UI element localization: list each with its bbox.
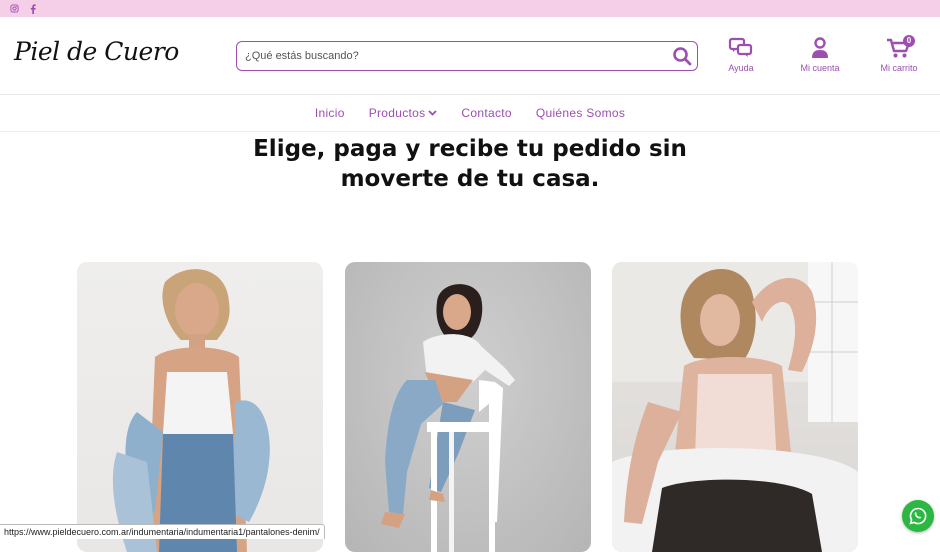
- model-photo-1: [112, 269, 270, 552]
- nav-item-productos-label: Productos: [368, 106, 426, 120]
- main-nav: Inicio Productos Contacto Quiénes Somos: [0, 95, 940, 132]
- model-photo-3: [612, 262, 858, 552]
- hero-line-2: moverte de tu casa.: [340, 166, 600, 192]
- facebook-icon[interactable]: [28, 3, 38, 14]
- model-photo-2: [381, 284, 515, 552]
- product-card-1[interactable]: [77, 262, 323, 552]
- instagram-icon[interactable]: [9, 4, 19, 14]
- whatsapp-button[interactable]: [902, 500, 934, 532]
- search-button[interactable]: [667, 42, 697, 70]
- chat-icon: [728, 37, 753, 57]
- help-link[interactable]: Ayuda: [711, 37, 771, 73]
- chevron-down-icon: [428, 110, 438, 116]
- search-icon: [673, 47, 692, 66]
- nav-item-productos[interactable]: Productos: [357, 106, 450, 120]
- cart-link[interactable]: 0 Mi carrito: [869, 35, 929, 73]
- account-link[interactable]: Mi cuenta: [790, 37, 850, 73]
- account-label: Mi cuenta: [800, 63, 840, 73]
- nav-item-inicio[interactable]: Inicio: [303, 106, 357, 120]
- hero-line-1: Elige, paga y recibe tu pedido sin: [253, 136, 687, 162]
- search-input[interactable]: [237, 49, 667, 63]
- product-card-3[interactable]: [612, 262, 858, 552]
- site-logo[interactable]: Piel de Cuero: [14, 37, 179, 66]
- user-icon: [812, 37, 828, 58]
- browser-status-url: https://www.pieldecuero.com.ar/indumenta…: [0, 524, 325, 539]
- nav-item-quienes-somos[interactable]: Quiénes Somos: [524, 106, 637, 120]
- nav-item-contacto[interactable]: Contacto: [449, 106, 523, 120]
- hero-headline: Elige, paga y recibe tu pedido sin mover…: [0, 134, 940, 194]
- whatsapp-icon: [909, 507, 927, 525]
- cart-label: Mi carrito: [880, 63, 918, 73]
- cart-count-badge: 0: [903, 35, 915, 47]
- product-card-2[interactable]: [345, 262, 591, 552]
- top-bar: [0, 0, 940, 17]
- search-bar: [236, 41, 698, 71]
- site-header: Piel de Cuero Ayuda Mi cuenta 0: [0, 17, 940, 95]
- help-label: Ayuda: [728, 63, 754, 73]
